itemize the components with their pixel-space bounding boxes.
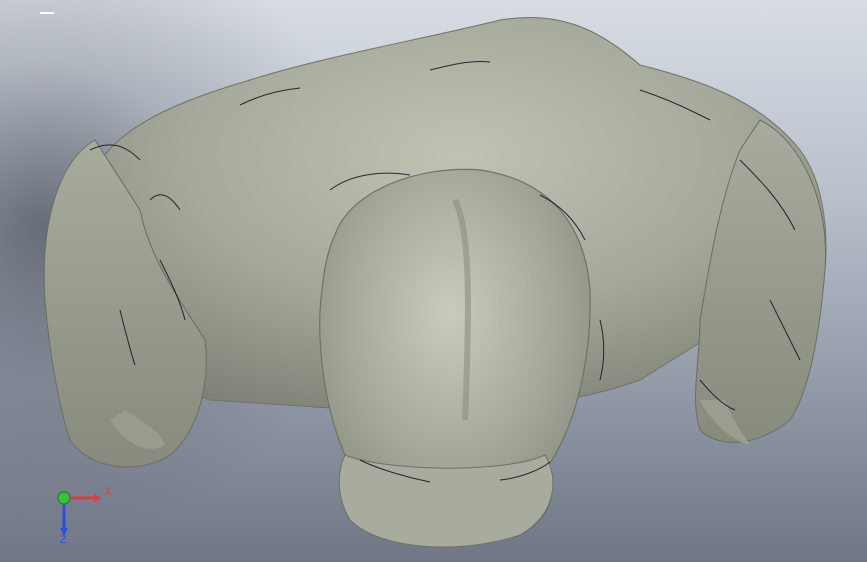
orientation-triad: X Z: [57, 486, 112, 546]
3d-viewport[interactable]: X Z: [0, 0, 867, 562]
x-axis-label: X: [104, 486, 112, 498]
3d-model-worker-with-hardhat[interactable]: [0, 0, 867, 562]
z-axis-label: Z: [60, 534, 67, 546]
model-hardhat: [319, 168, 591, 548]
